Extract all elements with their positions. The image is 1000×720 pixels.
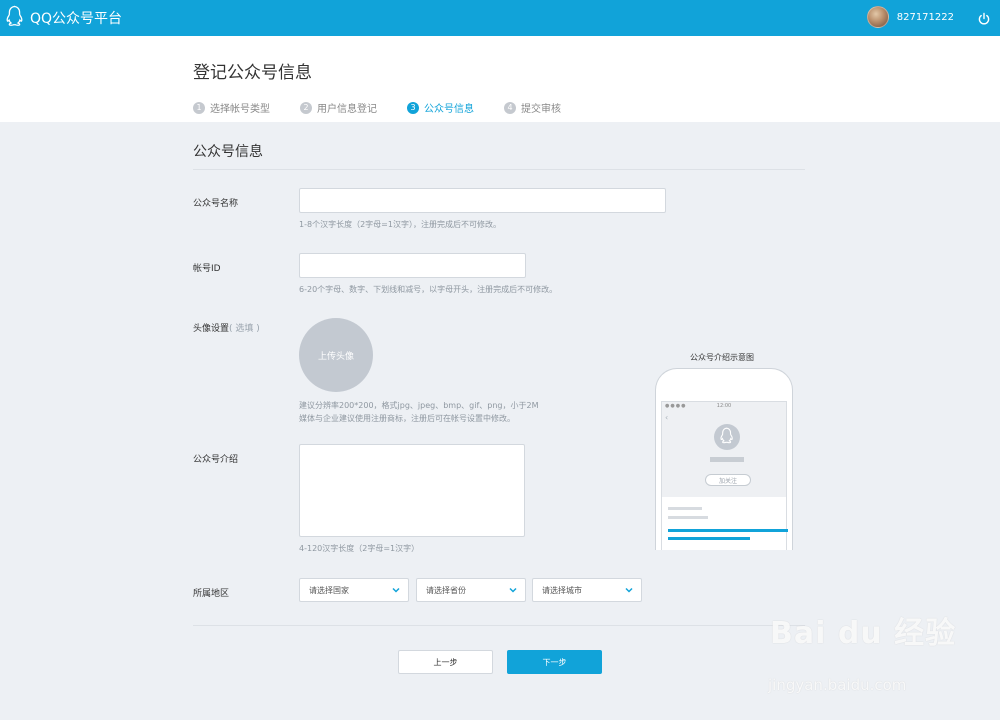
avatar-label: 头像设置( 选填 ) bbox=[193, 321, 260, 334]
step-1: 1 选择帐号类型 bbox=[193, 100, 270, 115]
preview-intro-line bbox=[668, 537, 750, 540]
step-indicator: 1 选择帐号类型 2 用户信息登记 3 公众号信息 4 提交审核 bbox=[193, 100, 591, 115]
account-id-input[interactable] bbox=[299, 253, 526, 278]
name-input[interactable] bbox=[299, 188, 666, 213]
power-icon[interactable] bbox=[977, 11, 991, 25]
user-menu[interactable]: 827171222 bbox=[866, 6, 954, 28]
province-select[interactable]: 请选择省份 bbox=[416, 578, 526, 602]
chevron-down-icon bbox=[509, 586, 517, 594]
avatar-hint-1: 建议分辨率200*200，格式jpg、jpeg、bmp、gif、png，小于2M bbox=[299, 401, 539, 410]
chevron-down-icon bbox=[625, 586, 633, 594]
preview-title: 公众号介绍示意图 bbox=[690, 353, 754, 362]
country-select[interactable]: 请选择国家 bbox=[299, 578, 409, 602]
page-title: 登记公众号信息 bbox=[193, 63, 312, 83]
step-number: 4 bbox=[504, 101, 516, 114]
page-header: 登记公众号信息 1 选择帐号类型 2 用户信息登记 3 公众号信息 4 提交审核 bbox=[0, 36, 1000, 122]
section-divider bbox=[193, 169, 805, 170]
step-3: 3 公众号信息 bbox=[407, 100, 474, 115]
upload-avatar-button[interactable]: 上传头像 bbox=[299, 318, 373, 392]
qq-penguin-icon bbox=[720, 427, 734, 448]
intro-hint: 4-120汉字长度（2字母=1汉字） bbox=[299, 544, 420, 553]
city-select[interactable]: 请选择城市 bbox=[532, 578, 642, 602]
avatar-hint-2: 媒体与企业建议使用注册商标，注册后可在帐号设置中修改。 bbox=[299, 414, 515, 423]
step-4: 4 提交审核 bbox=[504, 100, 561, 115]
region-label: 所属地区 bbox=[193, 589, 230, 599]
next-step-button[interactable]: 下一步 bbox=[507, 650, 602, 674]
province-select-value: 请选择省份 bbox=[426, 585, 466, 595]
intro-textarea[interactable] bbox=[299, 444, 525, 537]
step-number: 2 bbox=[300, 101, 312, 114]
preview-name-placeholder bbox=[710, 457, 744, 462]
step-label: 选择帐号类型 bbox=[210, 104, 270, 115]
qq-penguin-icon bbox=[6, 5, 24, 31]
step-label: 提交审核 bbox=[521, 104, 561, 115]
account-id-label: 帐号ID bbox=[193, 264, 221, 274]
form-divider bbox=[193, 625, 805, 626]
phone-status-time: 12:00 bbox=[716, 403, 732, 409]
optional-tag: ( 选填 ) bbox=[229, 324, 260, 334]
step-number: 1 bbox=[193, 101, 205, 114]
prev-step-button[interactable]: 上一步 bbox=[398, 650, 493, 674]
name-hint: 1-8个汉字长度（2字母=1汉字），注册完成后不可修改。 bbox=[299, 220, 501, 229]
phone-screen: ●●●● 12:00 ‹ 加关注 bbox=[661, 401, 788, 550]
section-title: 公众号信息 bbox=[193, 144, 263, 160]
name-label: 公众号名称 bbox=[193, 199, 239, 209]
country-select-value: 请选择国家 bbox=[309, 585, 349, 595]
city-select-value: 请选择城市 bbox=[542, 585, 582, 595]
avatar-label-text: 头像设置 bbox=[193, 324, 230, 334]
preview-intro-line bbox=[668, 529, 788, 532]
step-label: 用户信息登记 bbox=[317, 104, 377, 115]
account-id-hint: 6-20个字母、数字、下划线和减号，以字母开头，注册完成后不可修改。 bbox=[299, 285, 558, 294]
step-2: 2 用户信息登记 bbox=[300, 100, 377, 115]
chevron-down-icon bbox=[392, 586, 400, 594]
back-chevron-icon: ‹ bbox=[665, 413, 669, 422]
preview-intro-card bbox=[662, 497, 788, 550]
app-logo[interactable]: QQ公众号平台 bbox=[6, 5, 123, 31]
preview-text-line bbox=[668, 507, 702, 510]
step-label: 公众号信息 bbox=[424, 104, 474, 115]
intro-label: 公众号介绍 bbox=[193, 455, 239, 465]
baidu-jingyan-watermark: Bai du 经验 bbox=[770, 616, 957, 651]
phone-preview: ●●●● 12:00 ‹ 加关注 bbox=[655, 368, 793, 550]
preview-follow-button: 加关注 bbox=[705, 474, 751, 486]
watermark-url: jingyan.baidu.com bbox=[768, 676, 907, 694]
step-number: 3 bbox=[407, 101, 419, 114]
username: 827171222 bbox=[896, 11, 954, 23]
upload-avatar-label: 上传头像 bbox=[317, 351, 354, 362]
app-title: QQ公众号平台 bbox=[30, 11, 123, 27]
preview-avatar bbox=[714, 424, 740, 450]
user-avatar[interactable] bbox=[866, 6, 889, 28]
preview-text-line bbox=[668, 516, 708, 519]
top-bar: QQ公众号平台 827171222 bbox=[0, 0, 1000, 36]
